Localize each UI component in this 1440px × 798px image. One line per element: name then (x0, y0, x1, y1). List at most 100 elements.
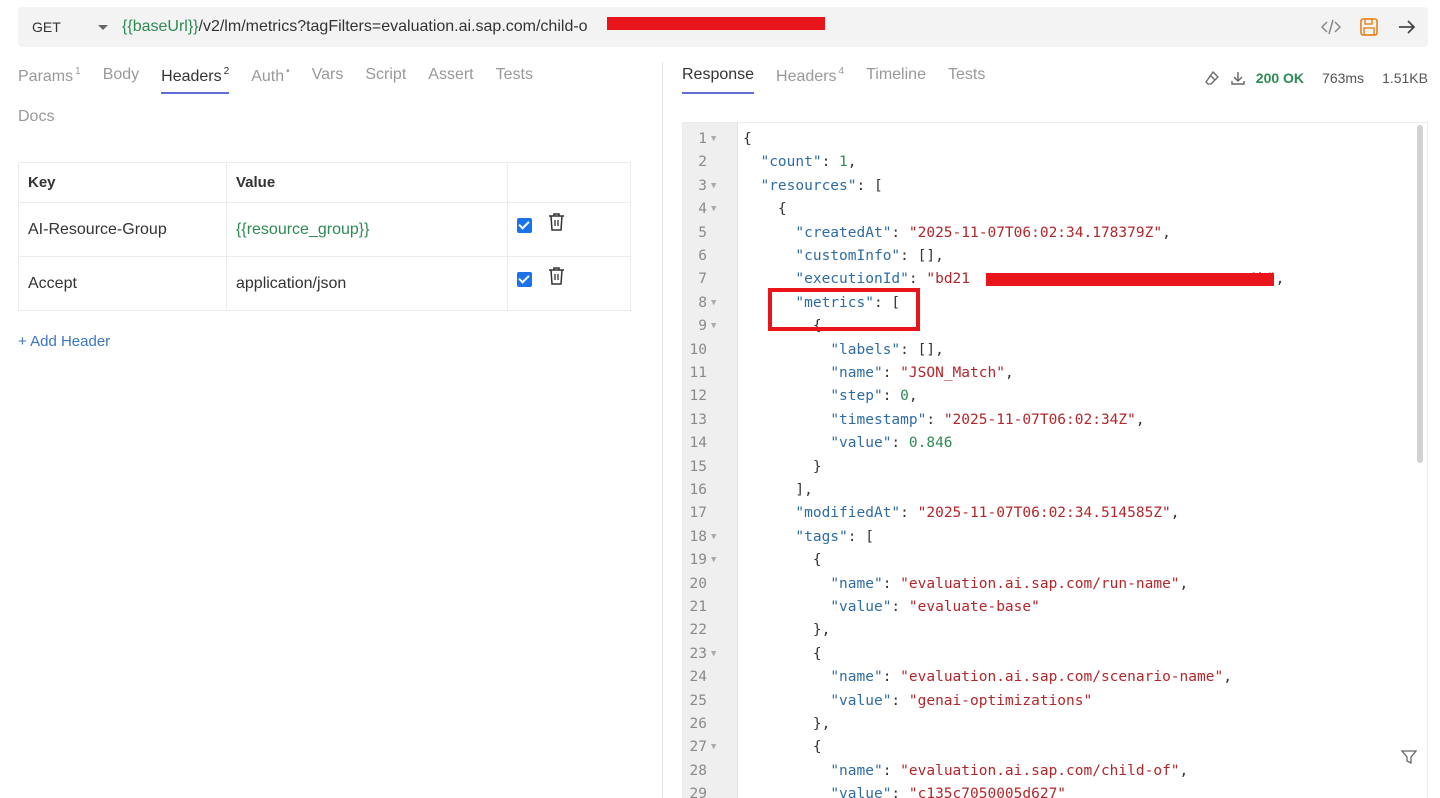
scrollbar[interactable] (1417, 125, 1423, 463)
tab-vars[interactable]: Vars (312, 66, 344, 94)
download-icon[interactable] (1230, 70, 1246, 86)
tab-headers[interactable]: Headers 2 (161, 66, 230, 94)
request-tabs: Params 1 Body Headers 2 Auth • Vars Script … (18, 66, 555, 94)
table-row: Accept application/json (18, 256, 631, 311)
line-number: 6 (698, 248, 707, 264)
response-body-viewer[interactable]: 1 ▼{2 "count": 1, 3 ▼ "resources": [4 ▼ {5 "… (682, 122, 1428, 798)
code-line: 20 "name": "evaluation.ai.sap.com/run-na… (683, 573, 1427, 596)
trash-icon[interactable] (548, 212, 565, 236)
tab-response[interactable]: Response (682, 66, 755, 94)
metrics-highlight-box (768, 288, 920, 331)
tab-script[interactable]: Script (365, 66, 406, 94)
code-text: "value": "genai-optimizations" (830, 692, 1093, 709)
header-key-cell[interactable]: Accept (18, 256, 227, 311)
fold-toggle-icon[interactable]: ▼ (711, 175, 716, 198)
tab-assert[interactable]: Assert (428, 66, 473, 94)
line-number: 9 (698, 318, 707, 335)
code-line: 27 ▼ { (683, 736, 1427, 759)
tab-auth[interactable]: Auth • (251, 66, 289, 94)
fold-toggle-icon[interactable]: ▼ (711, 198, 716, 221)
url-variable: {{baseUrl}} (122, 18, 199, 35)
fold-toggle-icon[interactable]: ▼ (711, 128, 716, 151)
line-number: 21 (689, 599, 707, 615)
code-text: "resources": [ (760, 177, 883, 194)
line-number: 4 (698, 201, 707, 218)
code-text: "step": 0, (830, 388, 918, 405)
fold-toggle-icon[interactable]: ▼ (711, 526, 716, 549)
code-text: "value": "c135c7050005d627" (830, 786, 1067, 798)
fold-toggle-icon[interactable]: ▼ (711, 292, 716, 315)
code-line: 4 ▼ { (683, 198, 1427, 221)
code-line: 18 ▼ "tags": [ (683, 526, 1427, 549)
code-text: { (812, 552, 822, 569)
tab-body[interactable]: Body (103, 66, 139, 94)
filter-icon[interactable] (1400, 748, 1418, 771)
line-number: 5 (698, 224, 707, 241)
fold-toggle-icon[interactable]: ▼ (711, 736, 716, 759)
tab-response-tests[interactable]: Tests (948, 66, 985, 94)
execution-id-redaction (986, 273, 1274, 286)
send-arrow-icon[interactable] (1396, 16, 1418, 38)
tab-timeline[interactable]: Timeline (866, 66, 926, 94)
line-number: 26 (689, 716, 707, 732)
enabled-checkbox[interactable] (517, 218, 532, 233)
line-number: 12 (689, 388, 707, 405)
line-number: 17 (689, 505, 707, 522)
tab-tests[interactable]: Tests (496, 66, 533, 94)
code-text: "modifiedAt": "2025-11-07T06:02:34.51458… (795, 505, 1180, 522)
chevron-down-icon[interactable] (98, 24, 108, 30)
code-line: 11 "name": "JSON_Match", (683, 362, 1427, 385)
line-number: 28 (689, 762, 707, 779)
url-redaction (607, 17, 825, 30)
code-text: "timestamp": "2025-11-07T06:02:34Z", (830, 411, 1145, 428)
eraser-icon[interactable] (1204, 70, 1220, 86)
enabled-checkbox[interactable] (517, 272, 532, 287)
line-number: 29 (689, 786, 707, 798)
code-line: 12 "step": 0, (683, 385, 1427, 408)
code-line: 14 "value": 0.846 (683, 432, 1427, 455)
line-number: 23 (689, 645, 707, 662)
code-text: "name": "JSON_Match", (830, 365, 1014, 381)
code-line: 23 ▼ { (683, 643, 1427, 666)
code-text: { (743, 131, 752, 147)
code-text: } (812, 458, 822, 475)
response-meta: 200 OK 763ms 1.51KB (1194, 70, 1428, 86)
code-text: "count": 1, (760, 154, 857, 171)
url-input[interactable]: {{baseUrl}}/v2/lm/metrics?tagFilters=eva… (122, 18, 588, 36)
code-line: 3 ▼ "resources": [ (683, 175, 1427, 198)
code-text: "createdAt": "2025-11-07T06:02:34.178379… (795, 224, 1171, 241)
code-text: }, (812, 716, 831, 732)
method-select[interactable]: GET (32, 19, 98, 35)
code-icon[interactable] (1320, 16, 1342, 38)
header-key-cell[interactable]: AI-Resource-Group (18, 202, 227, 257)
code-line: 1 ▼ { (683, 128, 1427, 151)
line-number: 10 (689, 341, 707, 358)
fold-toggle-icon[interactable]: ▼ (711, 643, 716, 666)
header-value-cell[interactable]: {{resource_group}} (226, 202, 508, 257)
code-text: "customInfo": [], (795, 248, 944, 264)
line-number: 16 (689, 482, 707, 498)
code-text: }, (812, 622, 831, 639)
add-header-button[interactable]: + Add Header (18, 333, 110, 350)
save-icon[interactable] (1358, 16, 1380, 38)
tab-docs[interactable]: Docs (18, 108, 54, 126)
line-number: 27 (689, 739, 707, 756)
code-text: ], (795, 482, 813, 498)
pane-divider[interactable] (662, 62, 663, 798)
code-text: "value": 0.846 (830, 435, 953, 452)
line-number: 19 (689, 552, 707, 569)
column-header-value: Value (226, 162, 508, 203)
tab-params[interactable]: Params 1 (18, 66, 81, 94)
fold-toggle-icon[interactable]: ▼ (711, 315, 716, 338)
tab-response-headers[interactable]: Headers 4 (776, 66, 844, 94)
trash-icon[interactable] (548, 266, 565, 290)
headers-table: Key Value AI-Resource-Group {{resource_g… (18, 162, 631, 311)
fold-toggle-icon[interactable]: ▼ (711, 549, 716, 572)
code-text: "name": "evaluation.ai.sap.com/run-name"… (830, 575, 1189, 592)
code-text: "name": "evaluation.ai.sap.com/scenario-… (830, 669, 1232, 686)
code-line: 19 ▼ { (683, 549, 1427, 572)
header-value-cell[interactable]: application/json (226, 256, 508, 311)
code-text: "value": "evaluate-base" (830, 599, 1040, 615)
code-line: 28 "name": "evaluation.ai.sap.com/child-… (683, 760, 1427, 783)
row-actions (507, 256, 631, 311)
